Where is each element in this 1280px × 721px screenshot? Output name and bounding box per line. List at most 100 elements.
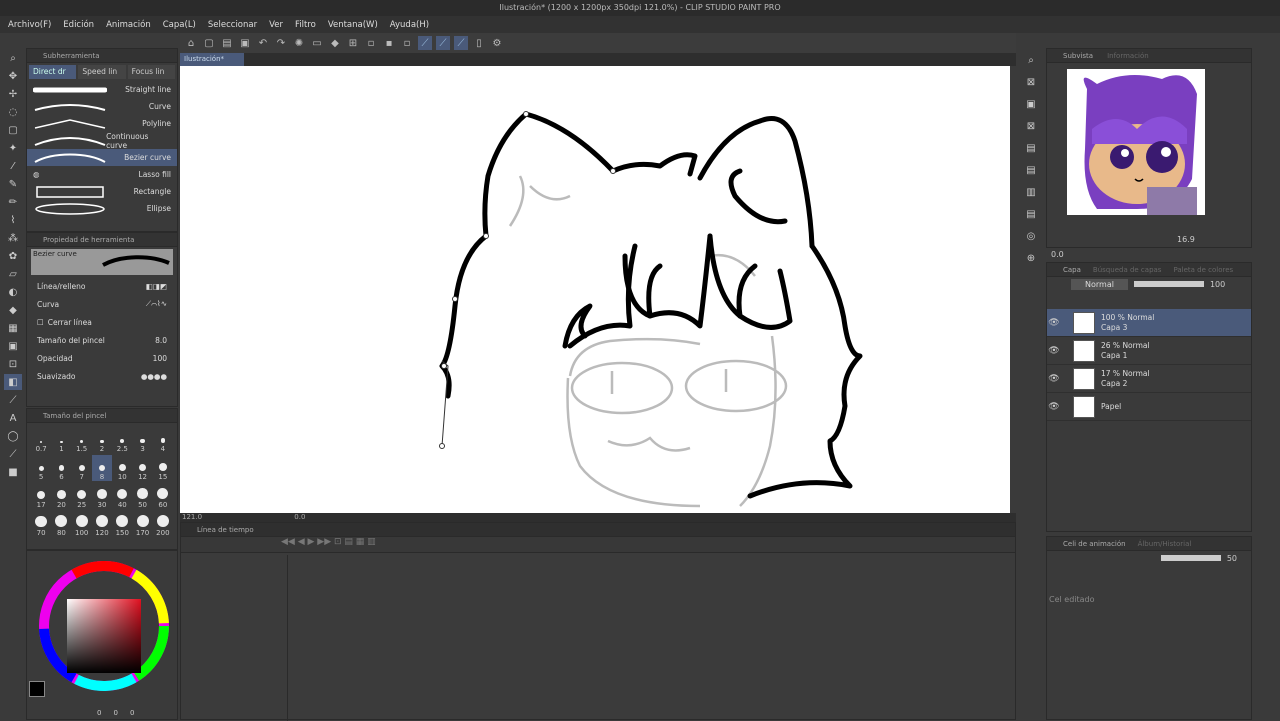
info-tab[interactable]: Información [1107, 49, 1149, 62]
brush-icon[interactable]: ⌇ [4, 212, 22, 228]
lasso-icon[interactable]: ◌ [4, 104, 22, 120]
brush-size-option[interactable]: 7 [72, 455, 92, 481]
brush-size-option[interactable]: 20 [51, 483, 71, 509]
blend-mode-select[interactable]: Normal [1071, 278, 1128, 290]
redo-icon[interactable]: ↷ [274, 36, 288, 50]
opacity-row[interactable]: Opacidad 100 [27, 349, 177, 367]
snap-icon[interactable]: ▫ [400, 36, 414, 50]
zoom-readout[interactable]: 121.0 [182, 513, 202, 521]
undo-icon[interactable]: ↶ [256, 36, 270, 50]
line-fill-row[interactable]: Línea/relleno ◧◨◩ [27, 277, 177, 295]
new-icon[interactable]: ▢ [202, 36, 216, 50]
material-icon-4[interactable]: ▤ [1022, 140, 1040, 156]
subtool-straight-line[interactable]: Straight line [27, 81, 177, 98]
brush-size-option[interactable]: 15 [153, 455, 173, 481]
brush-size-option[interactable]: 6 [51, 455, 71, 481]
pencil-icon[interactable]: ✏ [4, 194, 22, 210]
drawing-canvas[interactable] [180, 66, 1010, 513]
close-line-row[interactable]: ☐ Cerrar línea [27, 313, 177, 331]
material-icon-5[interactable]: ▤ [1022, 162, 1040, 178]
material-icon-7[interactable]: ▤ [1022, 206, 1040, 222]
blend-icon[interactable]: ◐ [4, 284, 22, 300]
brush-size-option[interactable]: 30 [92, 483, 112, 509]
gradient-icon[interactable]: ▦ [4, 320, 22, 336]
main-color-icon[interactable]: ■ [4, 464, 22, 480]
curve-type-icon[interactable]: ⟋⌒⌇∿ [146, 299, 167, 309]
brush-size-option[interactable]: 0.7 [31, 427, 51, 453]
move-icon[interactable]: ✥ [4, 68, 22, 84]
menu-view[interactable]: Ver [269, 20, 283, 30]
subtool-bezier-curve[interactable]: Bezier curve [27, 149, 177, 166]
subtool-tab-focus-lines[interactable]: Focus lin [127, 65, 175, 79]
menu-layer[interactable]: Capa(L) [163, 20, 196, 30]
onion-opacity-slider[interactable] [1160, 555, 1221, 561]
fill-icon[interactable]: ◆ [4, 302, 22, 318]
brush-size-option[interactable]: 5 [31, 455, 51, 481]
subtool-tab-direct-draw[interactable]: Direct dr [29, 65, 77, 79]
brush-size-option[interactable]: 2 [92, 427, 112, 453]
line-fill-icon[interactable]: ◧◨◩ [146, 282, 167, 291]
material-icon-6[interactable]: ▥ [1022, 184, 1040, 200]
brush-size-option[interactable]: 150 [112, 511, 132, 537]
brush-size-value[interactable]: 8.0 [155, 336, 167, 345]
home-icon[interactable]: ⌂ [184, 36, 198, 50]
menu-filter[interactable]: Filtro [295, 20, 316, 30]
airbrush-icon[interactable]: ⁂ [4, 230, 22, 246]
history-tab[interactable]: Álbum/Historial [1138, 537, 1192, 550]
brush-size-option[interactable]: 3 [132, 427, 152, 453]
brush-size-row[interactable]: Tamaño del pincel 8.0 [27, 331, 177, 349]
menu-help[interactable]: Ayuda(H) [390, 20, 429, 30]
eyedropper-icon[interactable]: ⁄ [4, 158, 22, 174]
brush-size-option[interactable]: 60 [153, 483, 173, 509]
rotation-readout[interactable]: 0.0 [294, 513, 305, 521]
anim-cel-tab[interactable]: Celi de animación [1063, 537, 1126, 550]
crop-icon[interactable]: ▫ [364, 36, 378, 50]
layer-row[interactable]: 👁 17 % Normal Capa 2 [1047, 365, 1251, 393]
layer-row[interactable]: 👁 26 % Normal Capa 1 [1047, 337, 1251, 365]
operation-icon[interactable]: ⊡ [4, 356, 22, 372]
brush-size-option[interactable]: 4 [153, 427, 173, 453]
brush-size-option[interactable]: 50 [132, 483, 152, 509]
layer-search-tab[interactable]: Búsqueda de capas [1093, 263, 1162, 276]
document-tab[interactable]: Ilustración* [180, 53, 244, 66]
grid-snap-icon[interactable]: ⟋ [454, 36, 468, 50]
transform-icon[interactable]: ⊞ [346, 36, 360, 50]
select-icon[interactable]: ▪ [382, 36, 396, 50]
subtool-continuous-curve[interactable]: Continuous curve [27, 132, 177, 150]
brush-size-option[interactable]: 10 [112, 455, 132, 481]
brush-size-option[interactable]: 80 [51, 511, 71, 537]
close-line-checkbox[interactable]: ☐ [37, 318, 44, 327]
brush-size-option[interactable]: 40 [112, 483, 132, 509]
brush-size-option[interactable]: 100 [72, 511, 92, 537]
zoom-icon[interactable]: ⌕ [4, 50, 22, 66]
decoration-icon[interactable]: ✿ [4, 248, 22, 264]
menu-select[interactable]: Seleccionar [208, 20, 257, 30]
layer-row[interactable]: 👁 100 % Normal Capa 3 [1047, 309, 1251, 337]
material-icon-9[interactable]: ⊕ [1022, 250, 1040, 266]
special-ruler-snap-icon[interactable]: ⟋ [436, 36, 450, 50]
brush-size-option[interactable]: 1 [51, 427, 71, 453]
brush-size-option[interactable]: 12 [132, 455, 152, 481]
brush-size-option[interactable]: 70 [31, 511, 51, 537]
subtool-rectangle[interactable]: Rectangle [27, 183, 177, 200]
subtool-tab-speed-lines[interactable]: Speed lin [78, 65, 126, 79]
opacity-slider[interactable] [1133, 281, 1204, 287]
figure-icon[interactable]: ◧ [4, 374, 22, 390]
smoothing-row[interactable]: Suavizado ●●●● [27, 367, 177, 385]
select-icon[interactable]: ▢ [4, 122, 22, 138]
brush-size-option[interactable]: 170 [132, 511, 152, 537]
subtool-polyline[interactable]: Polyline [27, 115, 177, 132]
eye-icon[interactable]: 👁 [1047, 374, 1061, 384]
smoothing-icon[interactable]: ●●●● [141, 372, 167, 381]
subview-zoom[interactable]: 16.9 [1177, 235, 1195, 244]
eye-icon[interactable]: 👁 [1047, 318, 1061, 328]
eye-icon[interactable]: 👁 [1047, 402, 1061, 412]
layer-move-icon[interactable]: ✢ [4, 86, 22, 102]
pen-icon[interactable]: ✎ [4, 176, 22, 192]
brush-size-option[interactable]: 2.5 [112, 427, 132, 453]
save-icon[interactable]: ▣ [238, 36, 252, 50]
text-icon[interactable]: A [4, 410, 22, 426]
navigator-icon[interactable]: ⌕ [1022, 52, 1040, 68]
subtool-curve[interactable]: Curve [27, 98, 177, 115]
menu-edit[interactable]: Edición [63, 20, 94, 30]
